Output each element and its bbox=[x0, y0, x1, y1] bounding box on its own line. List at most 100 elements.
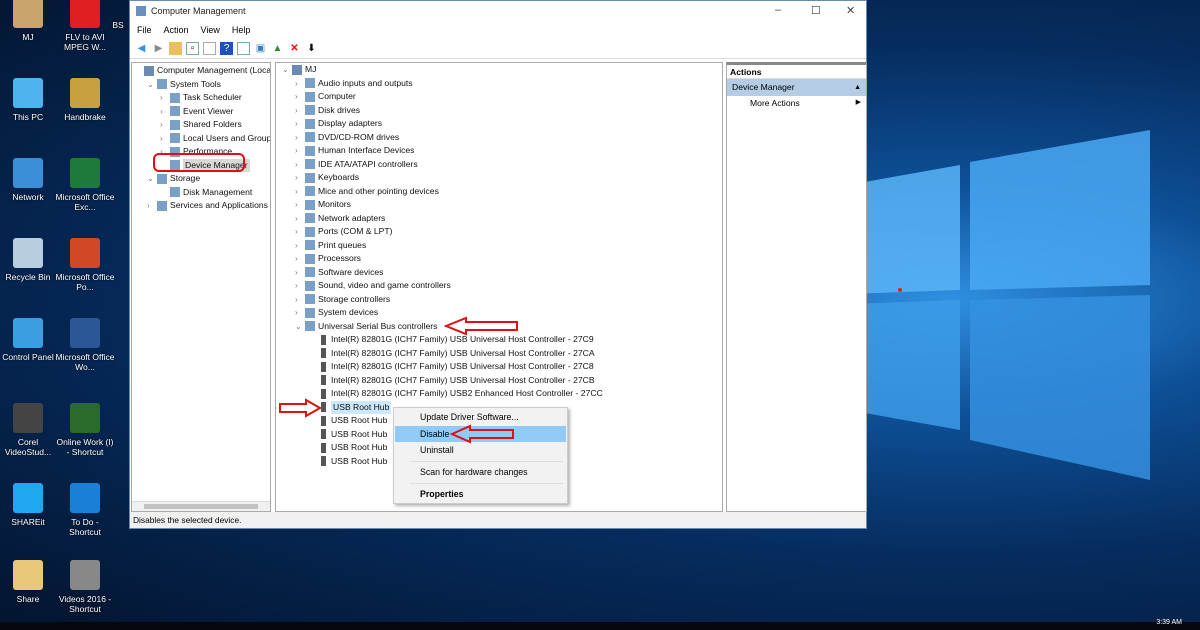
chevron-right-icon[interactable]: › bbox=[295, 77, 305, 90]
tree-item[interactable]: ›Print queues bbox=[295, 239, 366, 252]
desktop-icon[interactable]: Videos 2016 - Shortcut bbox=[55, 560, 115, 614]
chevron-right-icon[interactable]: › bbox=[295, 266, 305, 279]
chevron-right-icon[interactable]: › bbox=[295, 225, 305, 238]
tree-item[interactable]: ›Shared Folders bbox=[160, 118, 242, 131]
tree-item[interactable]: ›Computer bbox=[295, 90, 356, 103]
desktop-icon[interactable]: Control Panel bbox=[0, 318, 58, 362]
chevron-right-icon[interactable]: › bbox=[160, 91, 170, 104]
tree-item[interactable]: ›Network adapters bbox=[295, 212, 385, 225]
tree-item[interactable]: ›Keyboards bbox=[295, 171, 359, 184]
chevron-right-icon[interactable]: › bbox=[295, 131, 305, 144]
desktop-icon[interactable]: Handbrake bbox=[55, 78, 115, 122]
menu-action[interactable]: Action bbox=[164, 25, 189, 35]
tree-item[interactable]: ⌄Storage bbox=[147, 172, 200, 185]
tree-item[interactable]: USB Root Hub bbox=[308, 441, 387, 454]
desktop-icon[interactable]: Network bbox=[0, 158, 58, 202]
tree-item[interactable]: ⌄Universal Serial Bus controllers bbox=[295, 320, 437, 333]
menu-item-uninstall[interactable]: Uninstall bbox=[395, 442, 566, 458]
desktop-icon[interactable]: Corel VideoStud... bbox=[0, 403, 58, 457]
chevron-right-icon[interactable]: › bbox=[147, 199, 157, 212]
tree-item[interactable]: Computer Management (Local bbox=[134, 64, 271, 77]
tree-item[interactable]: ›Services and Applications bbox=[147, 199, 268, 212]
tree-item[interactable]: ›Monitors bbox=[295, 198, 351, 211]
actions-section-device-manager[interactable]: Device Manager▲ bbox=[727, 79, 866, 96]
menu-help[interactable]: Help bbox=[232, 25, 251, 35]
desktop-icon[interactable]: FLV to AVI MPEG W... bbox=[55, 0, 115, 52]
tree-item[interactable]: Intel(R) 82801G (ICH7 Family) USB Univer… bbox=[308, 347, 595, 360]
tree-item[interactable]: Disk Management bbox=[160, 186, 252, 199]
desktop-icon[interactable]: MJ bbox=[0, 0, 58, 42]
chevron-right-icon[interactable]: › bbox=[160, 132, 170, 145]
tree-item[interactable]: Intel(R) 82801G (ICH7 Family) USB2 Enhan… bbox=[308, 387, 603, 400]
tree-item[interactable]: ›Ports (COM & LPT) bbox=[295, 225, 393, 238]
menu-item-properties[interactable]: Properties bbox=[395, 486, 566, 502]
tree-item[interactable]: ›DVD/CD-ROM drives bbox=[295, 131, 399, 144]
chevron-right-icon[interactable]: › bbox=[295, 198, 305, 211]
menu-file[interactable]: File bbox=[137, 25, 152, 35]
chevron-right-icon[interactable]: › bbox=[160, 105, 170, 118]
action-pane-icon[interactable] bbox=[237, 42, 250, 55]
desktop-icon[interactable]: Microsoft Office Exc... bbox=[55, 158, 115, 212]
chevron-right-icon[interactable]: › bbox=[295, 239, 305, 252]
scan-hardware-icon[interactable]: ▣ bbox=[254, 42, 267, 55]
desktop-icon[interactable]: To Do - Shortcut bbox=[55, 483, 115, 537]
disable-icon[interactable]: ⬇ bbox=[305, 42, 318, 55]
tree-item[interactable]: ›System devices bbox=[295, 306, 378, 319]
tree-item[interactable]: ›Disk drives bbox=[295, 104, 360, 117]
chevron-right-icon[interactable]: › bbox=[295, 252, 305, 265]
uninstall-icon[interactable]: ✕ bbox=[288, 42, 301, 55]
chevron-right-icon[interactable]: › bbox=[295, 104, 305, 117]
chevron-right-icon[interactable]: › bbox=[295, 90, 305, 103]
desktop-icon-partial[interactable]: BS bbox=[108, 20, 128, 30]
chevron-right-icon[interactable]: › bbox=[295, 171, 305, 184]
tree-item[interactable]: Intel(R) 82801G (ICH7 Family) USB Univer… bbox=[308, 360, 594, 373]
show-hide-tree-icon[interactable]: ▫ bbox=[186, 42, 199, 55]
action-more-actions[interactable]: More Actions▶ bbox=[727, 96, 866, 110]
tree-item[interactable]: ›Processors bbox=[295, 252, 361, 265]
chevron-right-icon[interactable]: › bbox=[295, 306, 305, 319]
chevron-right-icon[interactable]: › bbox=[295, 144, 305, 157]
close-button[interactable]: ✕ bbox=[846, 4, 855, 17]
tree-item[interactable]: ›Audio inputs and outputs bbox=[295, 77, 413, 90]
desktop-icon[interactable]: Microsoft Office Wo... bbox=[55, 318, 115, 372]
chevron-right-icon[interactable]: › bbox=[295, 158, 305, 171]
desktop-icon[interactable]: Recycle Bin bbox=[0, 238, 58, 282]
desktop-icon[interactable]: Share bbox=[0, 560, 58, 604]
chevron-down-icon[interactable]: ⌄ bbox=[147, 172, 157, 185]
up-folder-icon[interactable] bbox=[169, 42, 182, 55]
tree-item[interactable]: USB Root Hub bbox=[308, 455, 387, 468]
tree-item[interactable]: ›Sound, video and game controllers bbox=[295, 279, 451, 292]
taskbar-clock[interactable]: 3:39 AM bbox=[1156, 619, 1182, 626]
chevron-right-icon[interactable]: › bbox=[295, 117, 305, 130]
tree-item[interactable]: ›Event Viewer bbox=[160, 105, 233, 118]
chevron-right-icon[interactable]: › bbox=[160, 118, 170, 131]
export-list-icon[interactable] bbox=[203, 42, 216, 55]
chevron-right-icon[interactable]: › bbox=[295, 279, 305, 292]
chevron-down-icon[interactable]: ⌄ bbox=[295, 320, 305, 333]
desktop-icon[interactable]: SHAREit bbox=[0, 483, 58, 527]
help-icon[interactable]: ? bbox=[220, 42, 233, 55]
chevron-down-icon[interactable]: ⌄ bbox=[147, 78, 157, 91]
chevron-right-icon[interactable]: › bbox=[295, 212, 305, 225]
back-icon[interactable]: ◀ bbox=[135, 42, 148, 55]
forward-icon[interactable]: ▶ bbox=[152, 42, 165, 55]
tree-item[interactable]: ⌄System Tools bbox=[147, 78, 221, 91]
menu-view[interactable]: View bbox=[201, 25, 220, 35]
chevron-right-icon[interactable]: › bbox=[295, 293, 305, 306]
desktop-icon[interactable]: This PC bbox=[0, 78, 58, 122]
tree-item[interactable]: Intel(R) 82801G (ICH7 Family) USB Univer… bbox=[308, 374, 595, 387]
update-driver-icon[interactable]: ▲ bbox=[271, 42, 284, 55]
tree-item[interactable]: ›Storage controllers bbox=[295, 293, 390, 306]
maximize-button[interactable]: ☐ bbox=[811, 4, 821, 17]
menu-item-update-driver[interactable]: Update Driver Software... bbox=[395, 409, 566, 425]
chevron-right-icon[interactable]: › bbox=[295, 185, 305, 198]
desktop-icon[interactable]: Online Work (I) - Shortcut bbox=[55, 403, 115, 457]
tree-item[interactable]: USB Root Hub bbox=[308, 428, 387, 441]
tree-item[interactable]: ›Task Scheduler bbox=[160, 91, 242, 104]
horizontal-scrollbar[interactable] bbox=[132, 501, 270, 511]
tree-item[interactable]: ›Display adapters bbox=[295, 117, 382, 130]
menu-item-scan-hardware[interactable]: Scan for hardware changes bbox=[395, 464, 566, 480]
minimize-button[interactable]: – bbox=[775, 4, 781, 16]
tree-item[interactable]: ›Local Users and Groups bbox=[160, 132, 271, 145]
desktop-icon[interactable]: Microsoft Office Po... bbox=[55, 238, 115, 292]
